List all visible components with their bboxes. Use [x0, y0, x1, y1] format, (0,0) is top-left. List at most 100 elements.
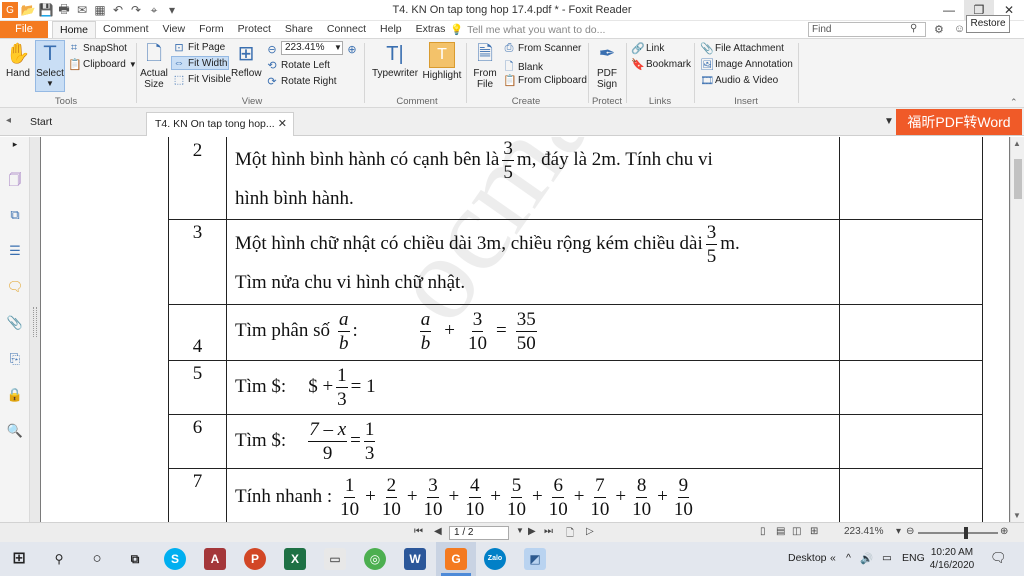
- zoom-dropdown-icon[interactable]: ▾: [896, 526, 901, 537]
- hand-button[interactable]: ✋ Hand: [4, 42, 32, 79]
- last-page-icon[interactable]: ⏭: [544, 526, 553, 537]
- search-panel-icon[interactable]: 🔍: [6, 423, 24, 441]
- from-scanner-button[interactable]: ⎙ From Scanner: [503, 42, 582, 55]
- ribbon-expand-icon[interactable]: ⌃: [1010, 97, 1018, 108]
- view-single-icon[interactable]: ▯: [760, 526, 766, 537]
- desktop-label[interactable]: Desktop: [788, 552, 827, 564]
- view-cover-icon[interactable]: ⊞: [810, 526, 818, 537]
- chevron-down-icon[interactable]: ▼: [516, 526, 524, 535]
- first-page-icon[interactable]: ⏮: [414, 526, 423, 537]
- tab-extras[interactable]: Extras: [409, 21, 453, 38]
- tab-start[interactable]: Start: [30, 116, 52, 128]
- snapshot-button[interactable]: ⌗ SnapShot: [68, 42, 127, 55]
- select-button[interactable]: Ｔ Select ▼: [35, 42, 65, 88]
- cortana-icon[interactable]: ○: [86, 548, 108, 570]
- tab-help[interactable]: Help: [373, 21, 409, 38]
- explorer-icon[interactable]: ▭: [324, 548, 346, 570]
- highlight-button[interactable]: T Highlight: [421, 42, 463, 81]
- zoom-out-icon[interactable]: ⊖: [906, 526, 914, 537]
- document-view[interactable]: ocmath.com 2 Một hình bình hành có cạnh …: [40, 137, 1010, 522]
- fit-visible-button[interactable]: ⬚ Fit Visible: [173, 73, 231, 86]
- tab-view[interactable]: View: [156, 21, 193, 38]
- thumbnails-icon[interactable]: ⧉: [6, 207, 24, 225]
- typewriter-button[interactable]: T| Typewriter: [370, 42, 420, 79]
- view-facing-icon[interactable]: ◫: [792, 526, 801, 537]
- powerpoint-icon[interactable]: P: [244, 548, 266, 570]
- signature-icon[interactable]: ⎘: [6, 351, 24, 369]
- gear-icon[interactable]: ⚙: [934, 23, 944, 36]
- zoom-slider[interactable]: [918, 532, 998, 534]
- chrome-icon[interactable]: ◎: [364, 548, 386, 570]
- image-annotation-button[interactable]: 🖼 Image Annotation: [700, 58, 793, 71]
- fit-width-button[interactable]: ⇔ Fit Width: [173, 57, 228, 69]
- zalo-icon[interactable]: Zalo: [484, 548, 506, 570]
- network-icon[interactable]: ▭: [882, 552, 892, 564]
- from-file-button[interactable]: 🗎 From File: [470, 42, 500, 90]
- zoom-out-icon[interactable]: ⊖: [266, 43, 278, 56]
- prev-page-icon[interactable]: ◀: [434, 526, 442, 537]
- word-icon[interactable]: W: [404, 548, 426, 570]
- minimize-button[interactable]: —: [934, 0, 964, 20]
- lock-icon[interactable]: 🔒: [6, 387, 24, 405]
- file-attachment-button[interactable]: 📎 File Attachment: [700, 42, 784, 55]
- tell-me-box[interactable]: 💡 Tell me what you want to do...: [450, 23, 605, 37]
- tab-home[interactable]: Home: [52, 21, 97, 38]
- layers-icon[interactable]: ☰: [6, 243, 24, 261]
- splitter-grip[interactable]: [33, 307, 37, 337]
- zoom-slider-thumb[interactable]: [964, 527, 968, 539]
- rotate-right-button[interactable]: ⟳ Rotate Right: [266, 75, 336, 88]
- zoom-in-icon[interactable]: ⊕: [346, 43, 358, 56]
- play-icon[interactable]: ▷: [586, 526, 594, 537]
- access-icon[interactable]: A: [204, 548, 226, 570]
- expand-panel-icon[interactable]: ▸: [6, 139, 24, 157]
- user-icon[interactable]: ☺: [954, 23, 965, 36]
- attachment-icon[interactable]: 📎: [6, 315, 24, 333]
- tabs-left-arrow-icon[interactable]: ◂: [6, 115, 11, 126]
- tray-up-icon[interactable]: ^: [846, 552, 851, 564]
- scroll-down-icon[interactable]: ▼: [1013, 511, 1021, 520]
- scroll-thumb[interactable]: [1014, 159, 1022, 199]
- close-icon[interactable]: ✕: [278, 117, 287, 130]
- foxit-reader-icon[interactable]: G: [445, 548, 467, 570]
- panel-splitter[interactable]: [30, 137, 40, 522]
- next-page-icon[interactable]: ▶: [528, 526, 536, 537]
- task-view-icon[interactable]: ⧉: [124, 548, 146, 570]
- chevron-down-icon[interactable]: ▼: [334, 43, 342, 52]
- tab-document[interactable]: T4. KN On tap tong hop... ✕: [146, 112, 294, 136]
- tab-share[interactable]: Share: [278, 21, 320, 38]
- fit-page-button[interactable]: ⊡ Fit Page: [173, 41, 225, 54]
- view-continuous-icon[interactable]: ▤: [776, 526, 785, 537]
- comments-icon[interactable]: 🗨: [6, 279, 24, 297]
- actual-size-button[interactable]: 🗋 Actual Size: [138, 42, 170, 90]
- page-number-input[interactable]: 1 / 2: [449, 526, 509, 540]
- tab-connect[interactable]: Connect: [320, 21, 373, 38]
- excel-icon[interactable]: X: [284, 548, 306, 570]
- tab-form[interactable]: Form: [192, 21, 231, 38]
- audio-video-button[interactable]: 🎞 Audio & Video: [700, 74, 778, 87]
- tab-protect[interactable]: Protect: [231, 21, 278, 38]
- pdf-sign-button[interactable]: ✒ PDF Sign: [592, 42, 622, 90]
- single-page-icon[interactable]: 🗋: [566, 526, 574, 543]
- find-input[interactable]: Find: [808, 22, 926, 37]
- zoom-in-icon[interactable]: ⊕: [1000, 526, 1008, 537]
- tab-comment[interactable]: Comment: [96, 21, 156, 38]
- search-icon[interactable]: ⚲: [910, 23, 917, 34]
- skype-icon[interactable]: S: [164, 548, 186, 570]
- clipboard-button[interactable]: 📋 Clipboard ▼: [68, 58, 137, 71]
- search-icon[interactable]: ⚲: [48, 548, 70, 570]
- tabs-dropdown-icon[interactable]: ▼: [884, 116, 894, 127]
- reflow-button[interactable]: ⊞ Reflow: [231, 42, 262, 79]
- pages-icon[interactable]: 🗍: [6, 171, 24, 189]
- pdf-to-word-banner[interactable]: 福昕PDF转Word: [896, 109, 1022, 135]
- link-button[interactable]: 🔗 Link: [631, 42, 664, 55]
- windows-start-icon[interactable]: ⊞: [8, 548, 30, 570]
- vertical-scrollbar[interactable]: ▲ ▼: [1010, 137, 1024, 522]
- rotate-left-button[interactable]: ⟲ Rotate Left: [266, 59, 330, 72]
- volume-icon[interactable]: 🔊: [860, 552, 873, 565]
- from-clipboard-button[interactable]: 📋 From Clipboard: [503, 74, 587, 87]
- language-indicator[interactable]: ENG: [902, 552, 925, 564]
- bookmark-button[interactable]: 🔖 Bookmark: [631, 58, 691, 71]
- notification-icon[interactable]: 🗨: [990, 550, 1007, 566]
- app-icon[interactable]: ◩: [524, 548, 546, 570]
- scroll-up-icon[interactable]: ▲: [1013, 139, 1021, 148]
